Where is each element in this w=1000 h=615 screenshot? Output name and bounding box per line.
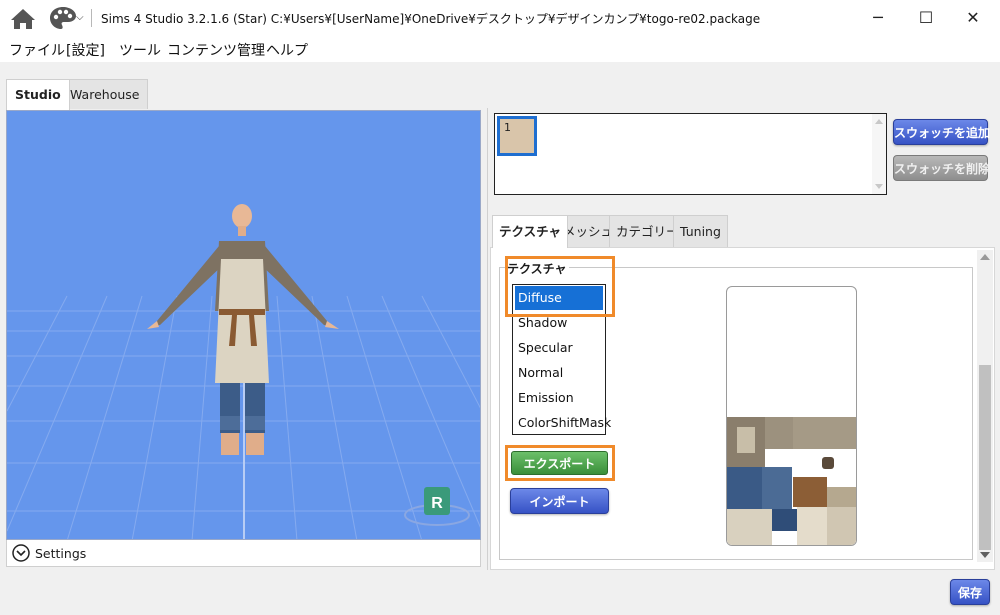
tab-tuning[interactable]: Tuning [673,215,728,247]
maximize-button[interactable]: ☐ [914,6,938,28]
swatch-number: 1 [504,121,511,134]
title-bar: ⌵ Sims 4 Studio 3.2.1.6 (Star) C:¥Users¥… [0,0,1000,36]
import-button[interactable]: インポート [510,488,609,514]
texture-item-emission[interactable]: Emission [515,386,603,410]
texture-preview [726,286,857,546]
settings-bar[interactable]: Settings [6,540,481,567]
minimize-button[interactable]: ─ [866,6,890,28]
tab-warehouse[interactable]: Warehouse [61,79,149,109]
home-icon[interactable] [10,8,36,30]
swatch-item[interactable]: 1 [497,116,537,156]
scroll-arrows-icon [875,119,883,189]
chevron-down-circle-icon[interactable] [12,544,30,562]
menu-content-management[interactable]: コンテンツ管理 [167,40,265,60]
save-button[interactable]: 保存 [950,579,990,605]
window-title: Sims 4 Studio 3.2.1.6 (Star) C:¥Users¥[U… [101,12,761,26]
tab-texture[interactable]: テクスチャ [492,215,569,248]
menu-bar: ファイル [設定] ツール コンテンツ管理 ヘルプ [0,36,1000,62]
menu-tools[interactable]: ツール [119,40,161,60]
settings-label: Settings [35,546,87,561]
tab-studio[interactable]: Studio [6,79,70,110]
texture-preview-image [727,417,856,545]
menu-help[interactable]: ヘルプ [266,40,308,60]
delete-swatch-button[interactable]: スウォッチを削除 [893,155,990,181]
highlight-box-export [505,445,615,481]
chevron-down-icon[interactable]: ⌵ [76,12,84,23]
menu-file[interactable]: ファイル [9,40,65,60]
swatch-scrollbar[interactable] [872,114,886,194]
texture-item-normal[interactable]: Normal [515,361,603,385]
panel-divider[interactable] [487,108,488,570]
3d-viewport[interactable]: R [6,110,481,540]
right-panel-scrollbar[interactable] [977,250,993,562]
gizmo-label[interactable]: R [431,495,443,512]
swatch-list: 1 [494,113,887,195]
title-separator [91,9,92,27]
add-swatch-button[interactable]: スウォッチを追加 [893,119,990,145]
palette-icon[interactable] [48,5,78,31]
viewport-scene: R [7,204,480,539]
scrollbar-thumb[interactable] [979,365,991,550]
menu-settings[interactable]: [設定] [66,40,105,60]
highlight-box-diffuse [505,256,615,317]
texture-item-colorshiftmask[interactable]: ColorShiftMask [515,411,611,435]
texture-item-specular[interactable]: Specular [515,336,603,360]
close-button[interactable]: ✕ [961,6,985,28]
